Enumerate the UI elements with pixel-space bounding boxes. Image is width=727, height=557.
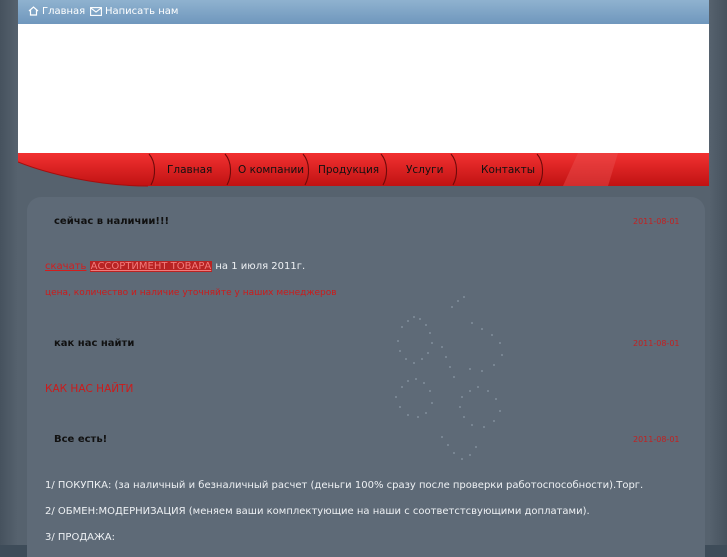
nav-item-products[interactable]: Продукция — [318, 162, 379, 178]
header-banner — [18, 24, 709, 154]
nav-item-about[interactable]: О компании — [238, 162, 304, 178]
nav-item-services[interactable]: Услуги — [406, 162, 443, 178]
top-bar: Главная Написать нам — [18, 0, 709, 24]
post-line-sale: 3/ ПРОДАЖА: — [45, 532, 115, 543]
post-line-purchase: 1/ ПОКУПКА: (за наличный и безналичный р… — [45, 480, 644, 491]
assortment-link[interactable]: АССОРТИМЕНТ ТОВАРА — [89, 261, 213, 272]
post-title-everything[interactable]: Все есть! — [54, 434, 107, 445]
envelope-icon — [90, 6, 102, 16]
background-dots-pattern — [395, 296, 503, 460]
post-title-in-stock[interactable]: сейчас в наличии!!! — [54, 216, 169, 227]
home-link[interactable]: Главная — [28, 5, 85, 19]
post-date-everything: 2011-08-01 — [633, 435, 680, 444]
assortment-date-text: на 1 июля 2011г. — [212, 261, 306, 272]
post-body-line-assortment: скачать АССОРТИМЕНТ ТОВАРА на 1 июля 201… — [45, 261, 305, 272]
post-line-exchange: 2/ ОБМЕН:МОДЕРНИЗАЦИЯ (меняем ваши компл… — [45, 506, 590, 517]
post-body-line-prices: цена, количество и наличие уточняйте у н… — [45, 288, 337, 298]
content-panel: сейчас в наличии!!! 2011-08-01 скачать А… — [27, 197, 705, 557]
how-to-find-link[interactable]: КАК НАС НАЙТИ — [45, 383, 133, 395]
nav-item-home[interactable]: Главная — [167, 162, 212, 178]
post-date-in-stock: 2011-08-01 — [633, 217, 680, 226]
write-us-link-label: Написать нам — [105, 6, 179, 17]
home-link-label: Главная — [42, 6, 86, 17]
post-title-how-to-find[interactable]: как нас найти — [54, 338, 134, 349]
nav-item-contacts[interactable]: Контакты — [481, 162, 535, 178]
download-link[interactable]: скачать — [45, 261, 86, 272]
write-us-link[interactable]: Написать нам — [90, 5, 178, 19]
post-date-how-to-find: 2011-08-01 — [633, 339, 680, 348]
main-nav: Главная О компании Продукция Услуги Конт… — [18, 150, 709, 190]
home-icon — [28, 6, 39, 16]
